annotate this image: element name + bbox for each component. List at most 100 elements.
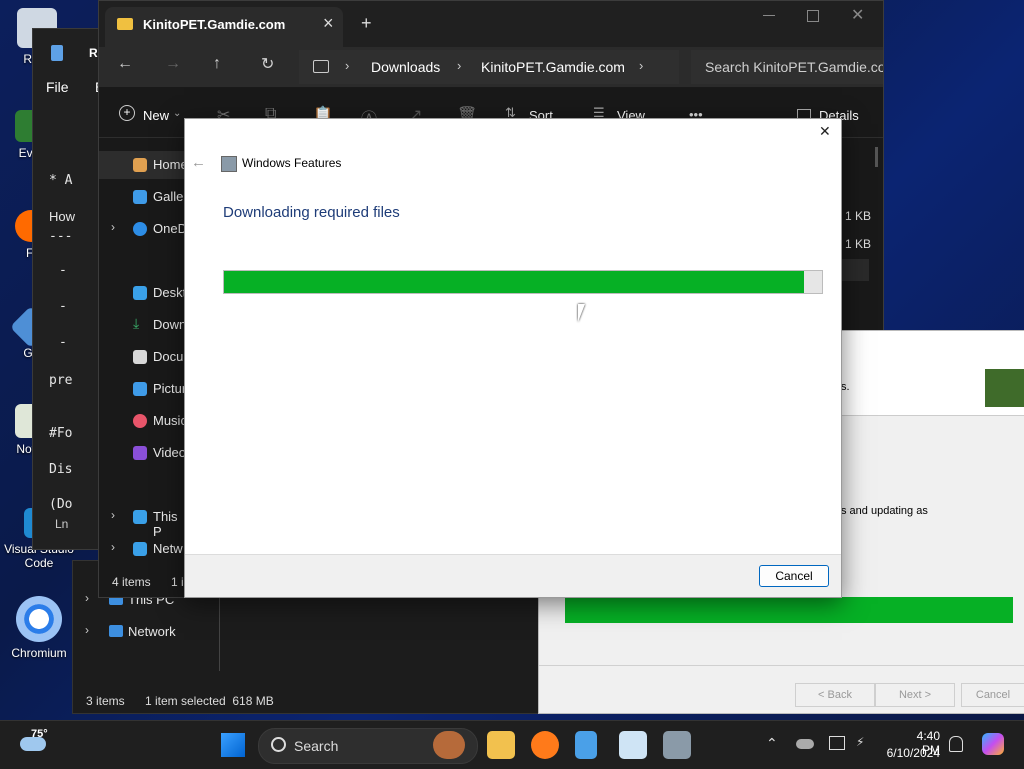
taskbar-search-label: Search	[294, 738, 339, 754]
nav-this-pc[interactable]: › This P	[99, 503, 189, 539]
clock-date[interactable]: 6/10/2024	[884, 746, 940, 760]
status-item-count: 4 items	[112, 575, 151, 589]
nav-gallery[interactable]: Galler	[99, 183, 189, 211]
pictures-icon	[133, 382, 147, 396]
nav-network[interactable]: › Netw	[99, 535, 189, 563]
windows-features-dialog[interactable]: ✕ ← Windows Features Downloading require…	[184, 118, 842, 598]
chevron-right-icon[interactable]: ›	[111, 220, 115, 234]
nav-network[interactable]: Network	[128, 624, 176, 639]
notepad-text-line: How	[49, 209, 76, 224]
video-icon	[133, 446, 147, 460]
installer-header-text: s.	[841, 381, 850, 393]
notepad-menu-file[interactable]: File	[46, 79, 69, 95]
nav-pictures[interactable]: Pictur	[99, 375, 189, 403]
nav-home[interactable]: Home	[99, 151, 189, 179]
nav-label: Galler	[153, 189, 188, 204]
chevron-right-icon[interactable]: ›	[85, 591, 89, 605]
taskbar-search-box[interactable]: Search	[258, 728, 478, 764]
breadcrumb-downloads[interactable]: Downloads	[371, 59, 440, 75]
breadcrumb-separator-icon: ›	[345, 58, 350, 73]
download-progress-bar	[223, 270, 823, 294]
close-window-icon[interactable]: ✕	[851, 5, 864, 25]
dialog-close-button[interactable]: ✕	[819, 123, 831, 140]
installer-progress-bar	[565, 597, 1013, 623]
breadcrumb-folder[interactable]: KinitoPET.Gamdie.com	[481, 59, 625, 75]
network-icon	[133, 542, 147, 556]
installer-body-text: s and updating as	[841, 505, 928, 517]
nav-music[interactable]: Music	[99, 407, 189, 435]
scrollbar[interactable]	[875, 147, 878, 167]
notification-bell-icon[interactable]	[949, 736, 963, 752]
close-tab-icon[interactable]: ×	[323, 13, 334, 34]
notepad-status: Ln	[55, 517, 69, 531]
nav-videos[interactable]: Video	[99, 439, 189, 467]
nav-label: Home	[153, 157, 188, 172]
search-highlight-image	[433, 731, 465, 759]
refresh-icon[interactable]: ↻	[261, 54, 274, 74]
taskbar: 75° Search ⌃ ⚡ 4:40 PM 6/10/2024	[0, 720, 1024, 769]
download-progress-fill	[224, 271, 805, 293]
download-icon: ⤓	[133, 315, 140, 331]
breadcrumb[interactable]: › Downloads › KinitoPET.Gamdie.com ›	[299, 50, 679, 84]
navigation-pane: Home Galler › OneD Deskt ⤓ Down Docu Pic…	[99, 147, 189, 581]
file-size-cell: 1 KB	[845, 237, 872, 251]
chevron-down-icon: ⌄	[173, 108, 182, 119]
file-explorer-taskbar-icon[interactable]	[487, 731, 515, 759]
copilot-icon[interactable]	[982, 733, 1004, 755]
desktop-folder-icon	[133, 286, 147, 300]
weather-temp[interactable]: 75°	[31, 728, 48, 740]
windows-features-taskbar-icon[interactable]	[663, 731, 691, 759]
up-arrow-icon[interactable]: ↑	[213, 55, 221, 73]
nav-label: Pictur	[153, 381, 187, 396]
nav-downloads[interactable]: ⤓ Down	[99, 311, 189, 339]
search-input[interactable]: Search KinitoPET.Gamdie.com	[691, 50, 883, 84]
breadcrumb-separator-icon: ›	[457, 58, 462, 73]
notepad-text-line: -	[59, 299, 67, 314]
back-arrow-icon[interactable]: ←	[191, 154, 206, 171]
home-icon	[133, 158, 147, 172]
notepad-text-line: -	[59, 335, 67, 350]
notepad-taskbar-icon[interactable]	[575, 731, 597, 759]
chevron-right-icon[interactable]: ›	[111, 540, 115, 554]
firefox-taskbar-icon[interactable]	[531, 731, 559, 759]
maximize-icon[interactable]	[807, 10, 819, 22]
dialog-cancel-button[interactable]: Cancel	[759, 565, 829, 587]
notepad-text-line: * A	[49, 173, 73, 188]
nav-onedrive[interactable]: › OneD	[99, 215, 189, 243]
installer-divider	[539, 665, 1024, 666]
power-icon[interactable]: ⚡	[856, 735, 864, 749]
minimize-icon[interactable]	[763, 15, 775, 16]
notepad-text-line: -	[59, 263, 67, 278]
nav-label: Deskt	[153, 285, 187, 300]
address-bar: ← → ↑ ↻ › Downloads › KinitoPET.Gamdie.c…	[99, 47, 883, 87]
installer-cancel-button[interactable]: Cancel	[961, 683, 1024, 707]
chevron-up-icon[interactable]: ⌃	[766, 735, 778, 752]
breadcrumb-separator-icon: ›	[639, 58, 644, 73]
folder-icon	[117, 18, 133, 30]
nav-desktop[interactable]: Deskt	[99, 279, 189, 307]
selected-row-highlight	[839, 259, 869, 281]
desktop-icon-label: Chromium	[11, 646, 67, 660]
back-arrow-icon[interactable]: ←	[117, 55, 133, 73]
dialog-footer: Cancel	[185, 554, 841, 597]
nav-label: Down	[153, 317, 187, 332]
next-button[interactable]: Next >	[875, 683, 955, 707]
back-button[interactable]: < Back	[795, 683, 875, 707]
dialog-heading: Downloading required files	[223, 204, 400, 221]
cloud-icon	[133, 222, 147, 236]
explorer-tab[interactable]: KinitoPET.Gamdie.com ×	[105, 7, 343, 47]
nav-label: OneD	[153, 221, 187, 236]
start-button[interactable]	[221, 733, 245, 757]
onedrive-icon[interactable]	[796, 739, 814, 749]
display-icon[interactable]	[829, 736, 845, 750]
nav-documents[interactable]: Docu	[99, 343, 189, 371]
forward-arrow-icon[interactable]: →	[165, 55, 181, 73]
chevron-right-icon[interactable]: ›	[85, 623, 89, 637]
chevron-right-icon[interactable]: ›	[111, 508, 115, 522]
new-tab-button[interactable]: +	[361, 13, 372, 34]
app-taskbar-icon[interactable]	[619, 731, 647, 759]
explorer2-status-selected: 1 item selected 618 MB	[145, 694, 274, 708]
new-button[interactable]: New	[143, 108, 169, 123]
tab-title: KinitoPET.Gamdie.com	[143, 17, 286, 32]
desktop-icon-chromium[interactable]: Chromium	[4, 596, 74, 660]
